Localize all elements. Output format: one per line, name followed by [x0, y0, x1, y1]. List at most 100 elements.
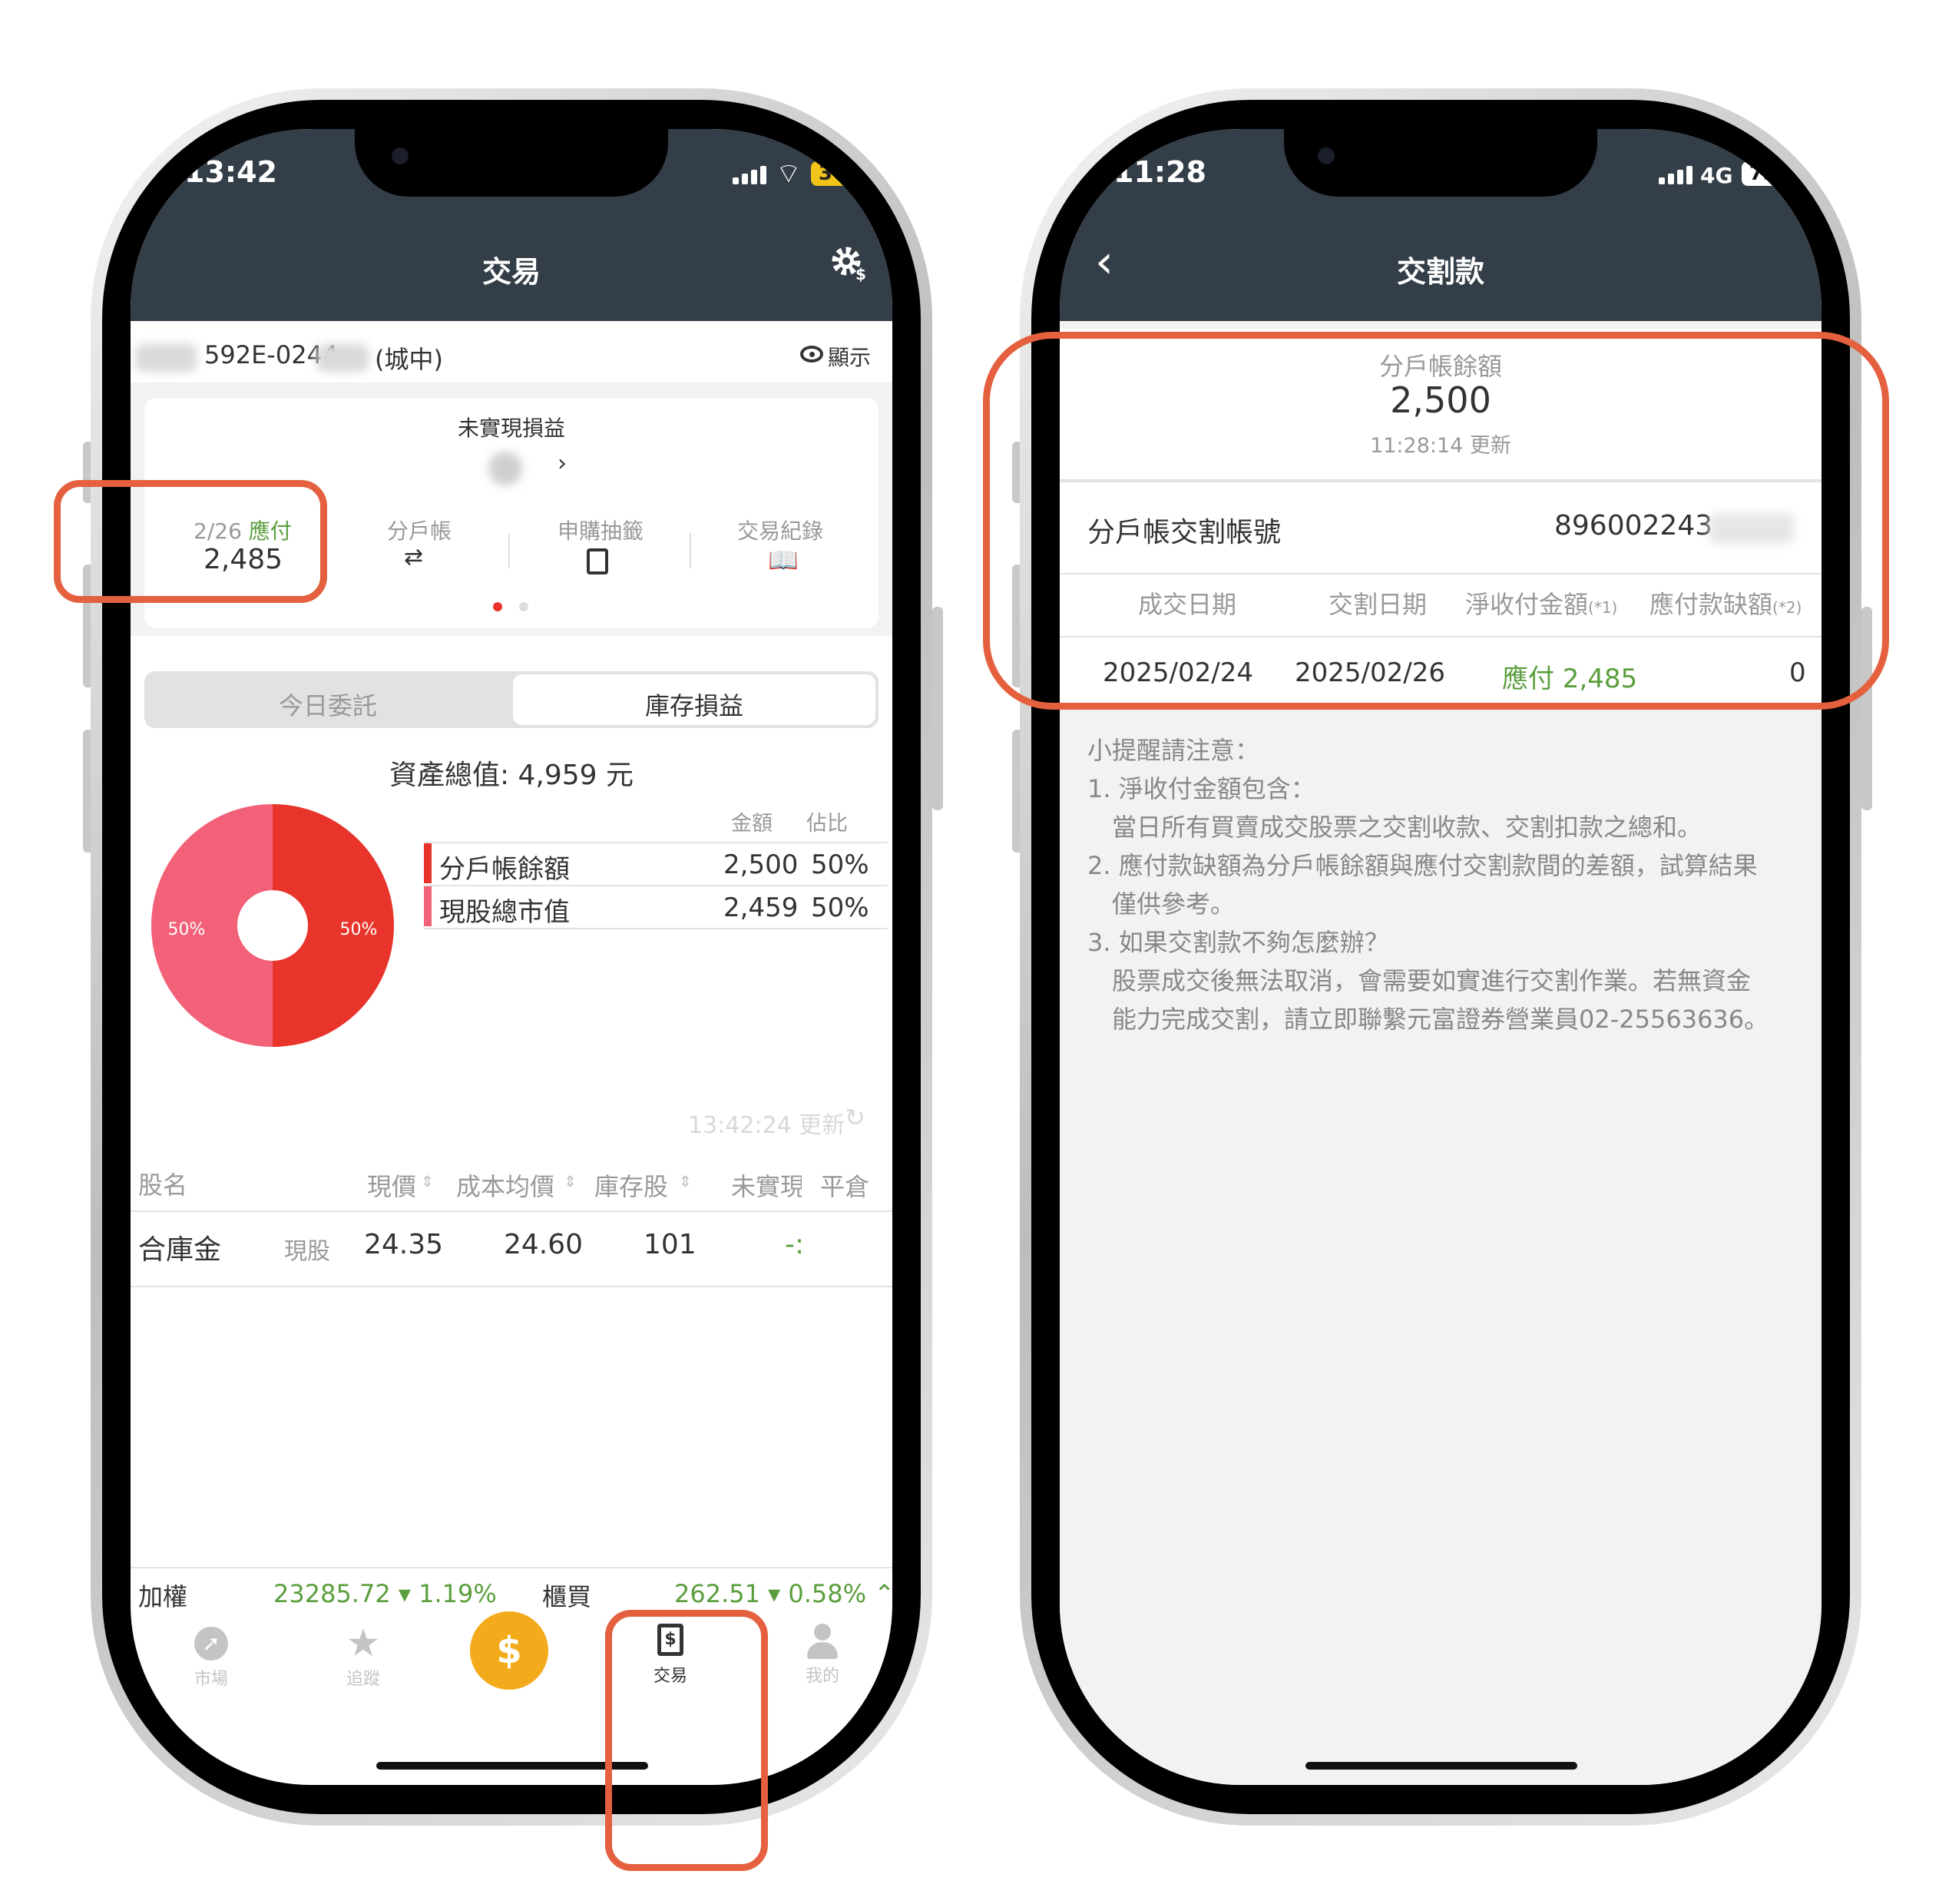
sort-icon[interactable]: ⇕ — [679, 1172, 692, 1190]
nav-watchlist[interactable]: ★ 追蹤 — [321, 1624, 405, 1700]
nav-label: 追蹤 — [346, 1670, 380, 1689]
legend-row-label: 現股總市值 — [439, 897, 570, 928]
settings-gear-icon[interactable]: $ — [828, 243, 868, 286]
battery-icon: 73 — [1742, 161, 1785, 186]
taiex-label: 加權 — [138, 1582, 188, 1611]
col-ratio-header: 佔比 — [806, 812, 848, 836]
col-name: 股名 — [138, 1171, 188, 1200]
legend-row-label: 分戶帳餘額 — [439, 854, 570, 885]
nav-market[interactable]: ➚ 市場 — [169, 1627, 253, 1704]
otc-value[interactable]: 262.51 ▾ 0.58% ⌃ — [674, 1579, 892, 1608]
subaccount-label[interactable]: 分戶帳 — [387, 515, 452, 545]
home-indicator — [1305, 1762, 1577, 1770]
note-line: 能力完成交割，請立即聯繫元富證券營業員02-25563636。 — [1112, 1005, 1769, 1034]
unrealized-label: 未實現損益 — [457, 416, 565, 441]
divider — [508, 533, 510, 568]
otc-label: 櫃買 — [542, 1582, 592, 1611]
col-qty[interactable]: 庫存股 — [594, 1167, 668, 1203]
page-dot — [519, 602, 528, 611]
col-amount-header: 金額 — [731, 812, 773, 836]
stock-type: 現股 — [284, 1238, 330, 1265]
divider — [424, 885, 888, 886]
note-line: 股票成交後無法取消，會需要如實進行交割作業。若無資金 — [1112, 966, 1752, 995]
legend-row-ratio: 50% — [811, 849, 869, 880]
note-line: 僅供參考。 — [1112, 889, 1236, 919]
note-line: 2. 應付款缺額為分戶帳餘額與應付交割款間的差額，試算結果 — [1087, 851, 1758, 880]
camera-dot — [1318, 147, 1335, 164]
book-icon[interactable]: 📖 — [768, 545, 799, 575]
page-title: 交易 — [481, 255, 541, 289]
sort-icon[interactable]: ⇕ — [421, 1172, 434, 1190]
wifi-icon: ⌔ — [776, 158, 802, 190]
svg-text:$: $ — [855, 265, 866, 283]
stock-cost: 24.60 — [504, 1229, 584, 1260]
refresh-icon[interactable]: ↻ — [845, 1103, 865, 1132]
col-pnl[interactable]: 未實現 — [731, 1167, 802, 1203]
highlight-trade-tab — [605, 1610, 768, 1871]
legend-swatch — [424, 886, 432, 926]
phone-side-button — [932, 607, 943, 810]
col-close: 平倉 — [820, 1172, 870, 1201]
nav-profile[interactable]: 我的 — [780, 1624, 865, 1700]
divider — [424, 928, 888, 929]
sort-icon[interactable]: ⇕ — [564, 1172, 577, 1190]
stock-name: 合庫金 — [138, 1234, 222, 1266]
highlight-payable — [54, 480, 327, 603]
page-dot-active — [493, 602, 502, 611]
status-time: 11:28 — [1113, 155, 1206, 189]
chevron-right-icon[interactable]: › — [558, 450, 567, 477]
legend-row-amount: 2,500 — [723, 849, 799, 880]
legend-row-ratio: 50% — [811, 892, 869, 923]
account-name-masked — [135, 344, 197, 372]
note-line: 當日所有買賣成交股票之交割收款、交割扣款之總和。 — [1112, 813, 1702, 842]
divider — [424, 842, 888, 843]
account-branch: (城中) — [375, 345, 443, 374]
assets-title: 資產總值: 4,959 元 — [389, 760, 634, 791]
stock-price: 24.35 — [364, 1229, 444, 1260]
show-toggle[interactable]: 顯示 — [828, 341, 871, 372]
left-screen: 13:42 ⌔ 36 交易 $ 592E-0244 (城中) 顯示 未實現損益 … — [131, 129, 892, 1785]
divider — [131, 1567, 892, 1568]
star-icon: ★ — [346, 1621, 381, 1665]
battery-icon: 36 — [811, 161, 854, 186]
notes-title: 小提醒請注意： — [1087, 736, 1260, 765]
compass-icon: ➚ — [194, 1627, 228, 1661]
pie-slice-label: 50% — [168, 920, 206, 939]
note-line: 1. 淨收付金額包含： — [1087, 774, 1315, 803]
col-price[interactable]: 現價 — [367, 1167, 416, 1203]
camera-dot — [392, 147, 409, 164]
divider — [131, 1286, 892, 1287]
status-time: 13:42 — [184, 155, 277, 189]
stock-qty: 101 — [644, 1229, 697, 1260]
unrealized-value-masked — [488, 452, 522, 485]
page-title: 交割款 — [1396, 255, 1484, 289]
exchange-dollar-icon[interactable]: $ — [470, 1611, 548, 1690]
pie-slice-label: 50% — [340, 920, 378, 939]
eye-icon[interactable] — [800, 346, 823, 363]
highlight-settlement — [983, 332, 1889, 710]
nav-label: 市場 — [194, 1670, 228, 1689]
taiex-value: 23285.72 ▾ 1.19% — [273, 1579, 497, 1608]
asset-pie-chart: 50% 50% — [151, 804, 394, 1047]
col-cost[interactable]: 成本均價 — [456, 1167, 554, 1203]
tab-inventory-pnl[interactable]: 庫存損益 — [513, 687, 875, 722]
account-number-masked — [316, 344, 369, 372]
person-icon — [806, 1624, 839, 1659]
legend-row-amount: 2,459 — [723, 892, 799, 923]
ipo-label[interactable]: 申購抽籤 — [558, 515, 644, 545]
history-label[interactable]: 交易紀錄 — [737, 515, 823, 545]
stock-pnl: -: — [785, 1229, 805, 1260]
note-line: 3. 如果交割款不夠怎麼辦？ — [1087, 928, 1389, 957]
nav-label: 我的 — [805, 1667, 839, 1686]
signal-icon — [1659, 164, 1694, 184]
signal-icon — [733, 164, 768, 184]
top-strip — [1060, 321, 1822, 329]
network-type: 4G — [1700, 163, 1733, 188]
document-icon[interactable] — [587, 548, 608, 575]
legend-swatch — [424, 843, 432, 883]
tab-today-orders[interactable]: 今日委託 — [144, 687, 511, 722]
updated-time: 13:42:24 更新 — [688, 1112, 845, 1139]
table-row[interactable]: 合庫金 現股 24.35 24.60 101 -: — [131, 1212, 892, 1286]
divider — [690, 533, 691, 568]
transfer-arrows-icon[interactable]: ⇄ — [404, 544, 423, 571]
